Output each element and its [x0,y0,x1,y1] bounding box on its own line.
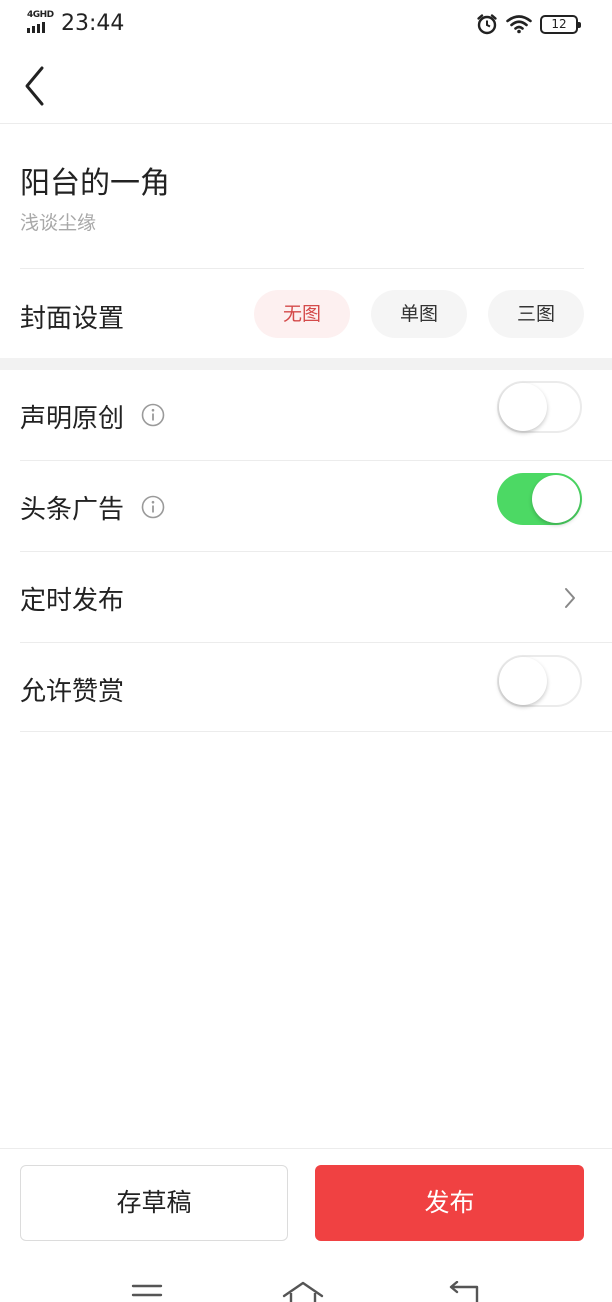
status-icons: 12 [476,12,581,36]
cover-option-single[interactable]: 单图 [371,290,467,338]
scheduled-publish-label: 定时发布 [20,586,125,616]
info-icon[interactable] [141,495,165,519]
declare-original-label: 声明原创 [20,404,125,434]
toggle-knob [499,383,547,431]
allow-tips-toggle[interactable] [497,655,582,707]
alarm-clock-icon [477,14,497,35]
status-bar: 4GHD 23:44 12 [0,0,612,50]
allow-tips-label: 允许赞赏 [20,677,125,707]
divider [20,268,584,269]
headline-ads-label: 头条广告 [20,495,125,525]
navigation-bar [0,50,612,124]
toggle-knob [532,475,580,523]
info-icon[interactable] [141,403,165,427]
chevron-right-icon[interactable] [562,586,578,610]
setting-row-headline-ads: 头条广告 [0,461,612,552]
network-type: 4GHD [27,10,54,20]
article-author: 浅谈尘缘 [20,212,97,234]
status-time: 23:44 [61,11,125,36]
back-button[interactable] [18,64,52,108]
wifi-icon [506,15,532,34]
cover-option-none[interactable]: 无图 [254,290,350,338]
declare-original-toggle[interactable] [497,381,582,433]
signal-icon [27,22,45,33]
toggle-knob [499,657,547,705]
divider [20,731,612,732]
save-draft-button[interactable]: 存草稿 [20,1165,288,1241]
publish-button[interactable]: 发布 [315,1165,584,1241]
home-icon[interactable] [281,1280,325,1302]
cover-setting-label: 封面设置 [20,304,125,334]
setting-row-scheduled-publish[interactable]: 定时发布 [0,552,612,643]
section-separator [0,358,612,370]
battery-level: 12 [551,16,567,31]
setting-row-allow-tips: 允许赞赏 [0,643,612,732]
setting-row-declare-original: 声明原创 [0,370,612,461]
headline-ads-toggle[interactable] [497,473,582,525]
back-icon[interactable] [448,1281,482,1302]
system-navigation-bar [0,1276,612,1302]
article-title: 阳台的一角 [20,166,170,201]
chevron-left-icon [25,66,44,106]
cover-option-triple[interactable]: 三图 [488,290,584,338]
battery-icon: 12 [540,14,581,34]
menu-icon[interactable] [131,1282,163,1302]
